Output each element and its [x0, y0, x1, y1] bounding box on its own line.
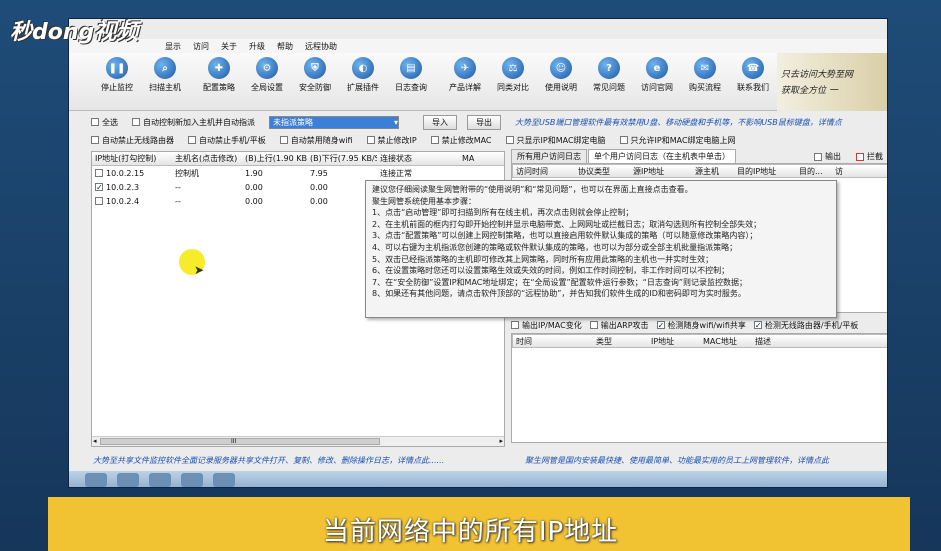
mouse-pointer-icon: ➤	[194, 263, 205, 277]
output-ip-mac-change-checkbox[interactable]: 输出IP/MAC变化	[511, 320, 582, 331]
website-button[interactable]: e 访问官网	[633, 57, 681, 93]
block-checkbox[interactable]: 拦截	[856, 151, 883, 162]
tab-single-user-log[interactable]: 单个用户访问日志（在主机表中单击）	[588, 149, 736, 163]
contact-icon: ☎	[742, 57, 764, 79]
menu-item[interactable]: 升级	[249, 41, 265, 52]
chevron-down-icon: ▾	[393, 117, 398, 127]
instructions-button[interactable]: ☺ 使用说明	[537, 57, 585, 93]
shield-icon: ⛨	[304, 57, 326, 79]
event-log-header: 时间 类型 IP地址 MAC地址 描述	[512, 334, 887, 348]
watermark-logo: 秒dong视频	[10, 20, 139, 45]
menu-item[interactable]: 帮助	[277, 41, 293, 52]
stop-monitor-button[interactable]: ❚❚ 停止监控	[93, 57, 141, 93]
options-row-2: 自动禁止无线路由器 自动禁止手机/平板 自动禁用随身wifi 禁止修改IP 禁止…	[69, 133, 887, 147]
host-checkbox[interactable]	[95, 183, 103, 191]
scroll-thumb[interactable]: III	[100, 438, 380, 445]
search-icon: ⌕	[154, 57, 176, 79]
policy-dropdown[interactable]: 未指派策略 ▾	[269, 115, 399, 129]
taskbar	[69, 471, 887, 487]
pause-icon: ❚❚	[106, 57, 128, 79]
product-details-button[interactable]: ✈ 产品详解	[441, 57, 489, 93]
taskbar-app-icon[interactable]	[181, 473, 203, 487]
faq-button[interactable]: ? 常见问题	[585, 57, 633, 93]
select-all-checkbox[interactable]: 全选	[91, 117, 118, 128]
faq-icon: ?	[598, 57, 620, 79]
menu-item[interactable]: 关于	[221, 41, 237, 52]
options-row-1: 全选 自动控制新加入主机并自动指派 未指派策略 ▾ 导入 导出 大势至USB端口管…	[69, 114, 887, 130]
settings-icon: ⚙	[256, 57, 278, 79]
import-button[interactable]: 导入	[423, 114, 457, 130]
config-policy-button[interactable]: ✚ 配置策略	[195, 57, 243, 93]
app-window: 显示 访问 关于 升级 帮助 远程协助 ❚❚ 停止监控 ⌕ 扫描主机 ✚ 配置策略 ⚙…	[68, 18, 888, 488]
promo-text[interactable]: 大势至USB端口管理软件最有效禁用U盘、移动硬盘和手机等，不影响USB鼠标键盘，…	[515, 117, 842, 128]
event-log-table: 时间 类型 IP地址 MAC地址 描述	[511, 333, 887, 443]
usage-tooltip: 建议您仔细阅读聚生网管附带的“使用说明”和“常见问题”，也可以在界面上直接点击查…	[365, 180, 837, 318]
host-table-header: IP地址(打勾控制) 主机名(点击修改) (B)上行(1.90 KB/S) (B…	[92, 152, 504, 166]
block-change-ip-checkbox[interactable]: 禁止修改IP	[366, 135, 417, 146]
toolbar: ❚❚ 停止监控 ⌕ 扫描主机 ✚ 配置策略 ⚙ 全局设置 ⛨ 安全防御 ◐ 扩展插件 ▤ 日志…	[69, 53, 887, 111]
log-icon: ▤	[400, 57, 422, 79]
extensions-button[interactable]: ◐ 扩展插件	[339, 57, 387, 93]
menu-item[interactable]: 远程协助	[305, 41, 337, 52]
help-book-icon: ☺	[550, 57, 572, 79]
product-icon: ✈	[454, 57, 476, 79]
scroll-right-icon[interactable]: ▸	[499, 437, 503, 445]
output-checkbox[interactable]: 输出	[814, 151, 841, 162]
tab-all-users-log[interactable]: 所有用户访问日志	[511, 149, 587, 163]
horizontal-scrollbar[interactable]: ◂ III ▸	[92, 436, 504, 446]
block-phone-checkbox[interactable]: 自动禁止手机/平板	[188, 135, 266, 146]
export-button[interactable]: 导出	[467, 114, 501, 130]
taskbar-app-icon[interactable]	[149, 473, 171, 487]
show-bound-only-checkbox[interactable]: 只显示IP和MAC绑定电脑	[505, 135, 606, 146]
menu-item[interactable]: 显示	[165, 41, 181, 52]
plugin-icon: ◐	[352, 57, 374, 79]
web-icon: e	[646, 57, 668, 79]
scan-hosts-button[interactable]: ⌕ 扫描主机	[141, 57, 189, 93]
log-query-button[interactable]: ▤ 日志查询	[387, 57, 435, 93]
security-defense-button[interactable]: ⛨ 安全防御	[291, 57, 339, 93]
host-checkbox[interactable]	[95, 197, 103, 205]
table-row[interactable]: 10.0.2.15 控制机 1.90 7.95 连接正常	[92, 166, 504, 180]
detect-portable-wifi-checkbox[interactable]: 检测随身wifi/wifi共享	[656, 320, 746, 331]
detect-wireless-router-checkbox[interactable]: 检测无线路由器/手机/平板	[753, 320, 858, 331]
ad-banner[interactable]: 只去访问大势至网 获取全方位 一	[777, 53, 887, 111]
block-portable-wifi-checkbox[interactable]: 自动禁用随身wifi	[279, 135, 353, 146]
contact-button[interactable]: ☎ 联系我们	[729, 57, 777, 93]
cart-icon: ✉	[694, 57, 716, 79]
menu-bar: 显示 访问 关于 升级 帮助 远程协助	[69, 39, 887, 53]
purchase-button[interactable]: ✉ 购买流程	[681, 57, 729, 93]
access-log-header: 访问时间 协议类型 源IP地址 源主机 目的IP地址 目的... 访	[512, 164, 887, 178]
caption-text: 当前网络中的所有IP地址	[322, 517, 619, 547]
output-arp-attack-checkbox[interactable]: 输出ARP攻击	[589, 320, 649, 331]
detection-options: 输出IP/MAC变化 输出ARP攻击 检测随身wifi/wifi共享 检测无线路…	[511, 317, 887, 333]
host-checkbox[interactable]	[95, 169, 103, 177]
global-settings-button[interactable]: ⚙ 全局设置	[243, 57, 291, 93]
scroll-left-icon[interactable]: ◂	[93, 437, 97, 445]
auto-control-checkbox[interactable]: 自动控制新加入主机并自动指派	[132, 117, 255, 128]
allow-bound-only-checkbox[interactable]: 只允许IP和MAC绑定电脑上网	[619, 135, 736, 146]
status-left-link[interactable]: 大势至共享文件监控软件全面记录服务器共享文件打开、复制、修改、删除操作日志，详情…	[93, 455, 503, 466]
taskbar-app-icon[interactable]	[213, 473, 235, 487]
taskbar-app-icon[interactable]	[117, 473, 139, 487]
menu-item[interactable]: 访问	[193, 41, 209, 52]
block-wireless-router-checkbox[interactable]: 自动禁止无线路由器	[91, 135, 174, 146]
block-change-mac-checkbox[interactable]: 禁止修改MAC	[430, 135, 492, 146]
status-right-link[interactable]: 聚生网管是国内安装最快捷、使用最简单、功能最实用的员工上网管理软件，详情点此	[525, 455, 885, 466]
policy-icon: ✚	[208, 57, 230, 79]
compare-icon: ⚖	[502, 57, 524, 79]
log-tabs: 所有用户访问日志 单个用户访问日志（在主机表中单击） 输出 拦截	[511, 149, 887, 163]
status-bar: 大势至共享文件监控软件全面记录服务器共享文件打开、复制、修改、删除操作日志，详情…	[69, 453, 887, 467]
taskbar-app-icon[interactable]	[85, 473, 107, 487]
compare-button[interactable]: ⚖ 同类对比	[489, 57, 537, 93]
